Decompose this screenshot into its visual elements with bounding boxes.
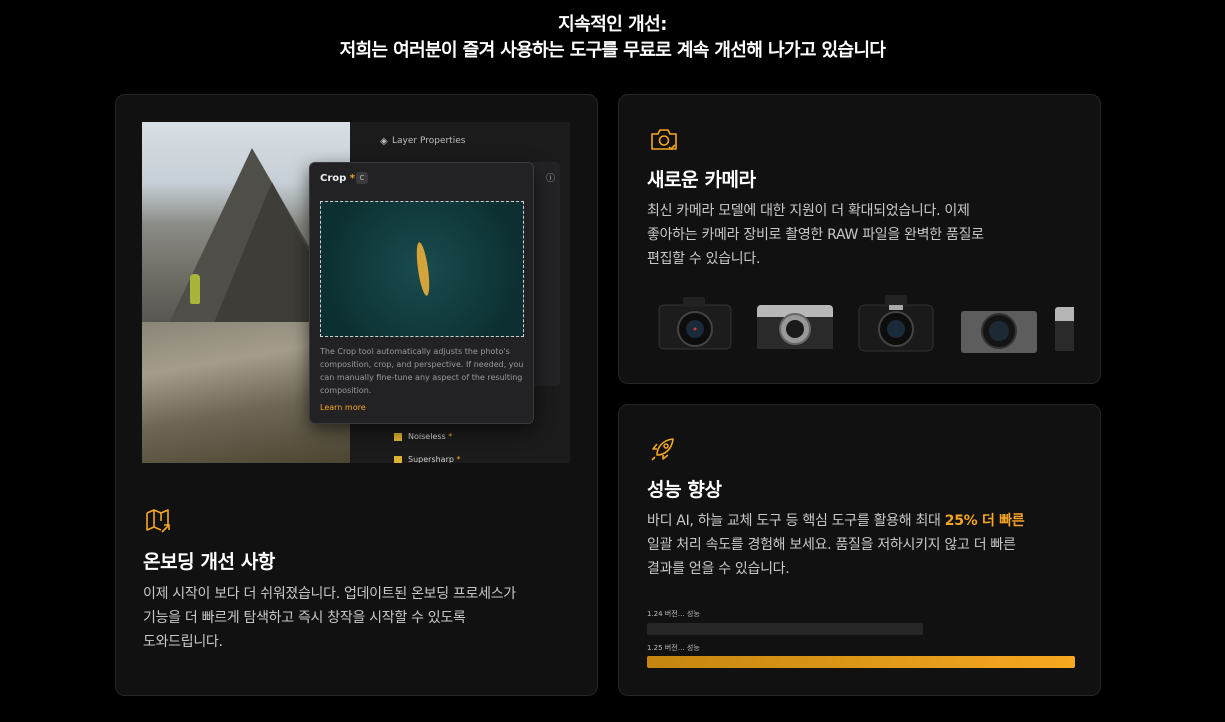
camera-icon: [651, 129, 677, 151]
camera-image-4: [961, 311, 1037, 353]
camera-body: 최신 카메라 모델에 대한 지원이 더 확대되었습니다. 이제 좋아하는 카메라…: [647, 203, 984, 267]
onboarding-screenshot: ◈ Layer Properties Noiseless * Supershar…: [142, 122, 570, 463]
camera-card: 새로운 카메라 최신 카메라 모델에 대한 지원이 더 확대되었습니다. 이제 …: [618, 94, 1101, 384]
rocket-icon: [651, 438, 674, 461]
performance-card: 성능 향상 바디 AI, 하늘 교체 도구 등 핵심 도구를 활용해 최대 25…: [618, 404, 1101, 696]
map-icon: [146, 509, 170, 533]
crop-preview-image: [320, 201, 524, 337]
tool-row-noiseless[interactable]: Noiseless *: [394, 432, 452, 441]
tooltip-title: Crop *: [320, 173, 356, 184]
onboarding-body: 이제 시작이 보다 더 쉬워졌습니다. 업데이트된 온보딩 프로세스가 기능을 …: [143, 586, 516, 650]
tooltip-description: The Crop tool automatically adjusts the …: [320, 347, 524, 395]
supersharp-icon: [394, 455, 402, 463]
bar-label-new: 1.25 버전… 성능: [647, 644, 700, 652]
bar-label-old: 1.24 버전… 성능: [647, 610, 700, 618]
layer-properties-label: Layer Properties: [392, 136, 466, 146]
noiseless-icon: [394, 432, 402, 441]
performance-body: 바디 AI, 하늘 교체 도구 등 핵심 도구를 활용해 최대 25% 더 빠른…: [647, 513, 1025, 577]
performance-title: 성능 향상: [647, 479, 722, 501]
bar-old-version: [647, 623, 923, 635]
section-header: 지속적인 개선: 저희는 여러분이 즐겨 사용하는 도구를 무료로 계속 개선해…: [0, 12, 1225, 64]
camera-image-5: [1055, 307, 1074, 351]
header-line-2: 저희는 여러분이 즐겨 사용하는 도구를 무료로 계속 개선해 나가고 있습니다: [339, 40, 886, 61]
camera-title: 새로운 카메라: [647, 169, 756, 191]
onboarding-title: 온보딩 개선 사항: [143, 551, 275, 573]
tool-row-supersharp[interactable]: Supersharp *: [394, 455, 461, 463]
camera-image-1: [658, 297, 732, 350]
shortcut-key: C: [356, 172, 368, 184]
header-line-1: 지속적인 개선:: [558, 14, 667, 35]
bar-new-version: [647, 656, 1075, 668]
learn-more-link[interactable]: Learn more: [320, 403, 366, 412]
camera-image-3: [858, 295, 934, 352]
info-icon[interactable]: ⓘ: [546, 171, 555, 184]
layers-icon: ◈: [380, 136, 388, 147]
camera-image-2: [757, 305, 833, 349]
onboarding-card: ◈ Layer Properties Noiseless * Supershar…: [115, 94, 598, 696]
camera-gallery: [653, 291, 1074, 361]
crop-tooltip: Crop * C ⓘ The Crop tool automatically a…: [309, 162, 555, 424]
speed-highlight: 25% 더 빠른: [944, 513, 1025, 529]
